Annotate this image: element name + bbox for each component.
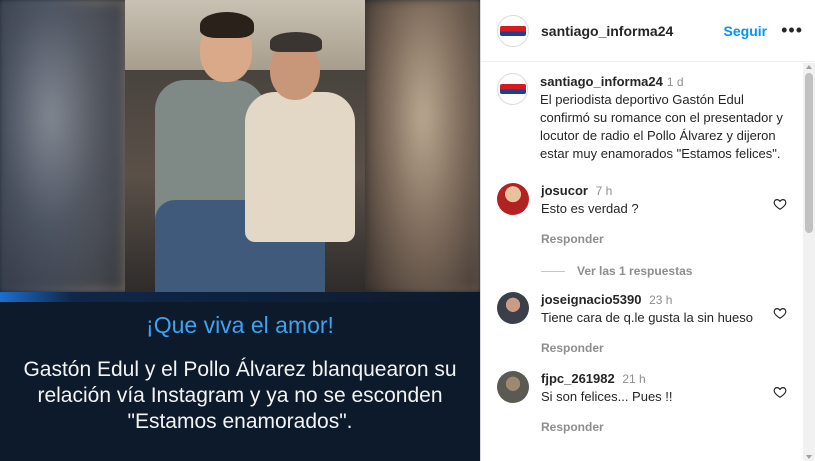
caption-text-block: santiago_informa24 1 d El periodista depo… xyxy=(540,73,787,163)
photo-person-right xyxy=(245,92,355,242)
comments-scrollbar[interactable] xyxy=(803,63,815,461)
heart-icon[interactable] xyxy=(773,197,787,211)
comment-item: josucor 7 h Esto es verdad ? Responder xyxy=(497,183,787,246)
commenter-avatar[interactable] xyxy=(497,292,529,324)
post-sidebar: santiago_informa24 Seguir ••• santiago_i… xyxy=(480,0,815,461)
post-media[interactable]: ¡Que viva el amor! Gastón Edul y el Poll… xyxy=(0,0,480,461)
comment-body: joseignacio5390 23 h Tiene cara de q.le … xyxy=(541,292,771,355)
comment-body: josucor 7 h Esto es verdad ? Responder xyxy=(541,183,771,246)
commenter-avatar[interactable] xyxy=(497,183,529,215)
comment-header: joseignacio5390 23 h xyxy=(541,292,771,307)
comment-time: 21 h xyxy=(622,372,646,386)
comments-list[interactable]: santiago_informa24 1 d El periodista depo… xyxy=(481,63,803,461)
media-headline: ¡Que viva el amor! xyxy=(146,312,334,338)
follow-button[interactable]: Seguir xyxy=(724,23,768,39)
comment-text: Tiene cara de q.le gusta la sin hueso xyxy=(541,310,753,325)
instagram-post-view: ¡Que viva el amor! Gastón Edul y el Poll… xyxy=(0,0,815,461)
comment-username[interactable]: josucor xyxy=(541,183,588,198)
caption: santiago_informa24 1 d El periodista depo… xyxy=(497,73,787,163)
replies-divider xyxy=(541,270,565,272)
comment-body: fjpc_261982 21 h Si son felices... Pues … xyxy=(541,371,771,434)
comment-header: josucor 7 h xyxy=(541,183,771,198)
account-avatar[interactable] xyxy=(497,14,529,47)
heart-icon[interactable] xyxy=(773,306,787,320)
comment-text: Si son felices... Pues !! xyxy=(541,389,673,404)
caption-time: 1 d xyxy=(666,75,684,89)
scroll-up-arrow[interactable] xyxy=(806,65,812,69)
reply-button[interactable]: Responder xyxy=(541,232,771,246)
view-replies-label: Ver las 1 respuestas xyxy=(577,264,693,278)
caption-text: El periodista deportivo Gastón Edul conf… xyxy=(540,92,783,161)
comment-username[interactable]: fjpc_261982 xyxy=(541,371,615,386)
photo-hair-left xyxy=(200,12,254,38)
comment-username[interactable]: joseignacio5390 xyxy=(541,292,641,307)
photo-blur-left xyxy=(0,0,125,292)
comment-text: Esto es verdad ? xyxy=(541,201,639,216)
media-text-block: ¡Que viva el amor! Gastón Edul y el Poll… xyxy=(0,302,480,461)
more-icon[interactable]: ••• xyxy=(781,20,803,41)
avatar-logo xyxy=(500,25,526,36)
commenter-avatar[interactable] xyxy=(497,371,529,403)
photo-blur-right xyxy=(365,0,480,292)
view-replies-button[interactable]: Ver las 1 respuestas xyxy=(541,264,787,278)
caption-username[interactable]: santiago_informa24 xyxy=(540,74,663,89)
comment-time: 7 h xyxy=(595,184,613,198)
comment-time: 23 h xyxy=(649,293,673,307)
media-subtitle: Gastón Edul y el Pollo Álvarez blanquear… xyxy=(23,358,457,433)
post-photo xyxy=(0,0,480,292)
photo-hair-right xyxy=(270,32,322,52)
comment-item: fjpc_261982 21 h Si son felices... Pues … xyxy=(497,371,787,434)
caption-avatar[interactable] xyxy=(497,73,529,105)
comment-header: fjpc_261982 21 h xyxy=(541,371,771,386)
avatar-logo xyxy=(499,84,526,94)
comment-item: joseignacio5390 23 h Tiene cara de q.le … xyxy=(497,292,787,355)
reply-button[interactable]: Responder xyxy=(541,420,771,434)
scrollbar-thumb[interactable] xyxy=(805,73,813,233)
post-header: santiago_informa24 Seguir ••• xyxy=(481,0,815,62)
account-username[interactable]: santiago_informa24 xyxy=(541,23,673,39)
reply-button[interactable]: Responder xyxy=(541,341,771,355)
scroll-down-arrow[interactable] xyxy=(806,455,812,459)
photo-main xyxy=(125,0,365,292)
heart-icon[interactable] xyxy=(773,385,787,399)
